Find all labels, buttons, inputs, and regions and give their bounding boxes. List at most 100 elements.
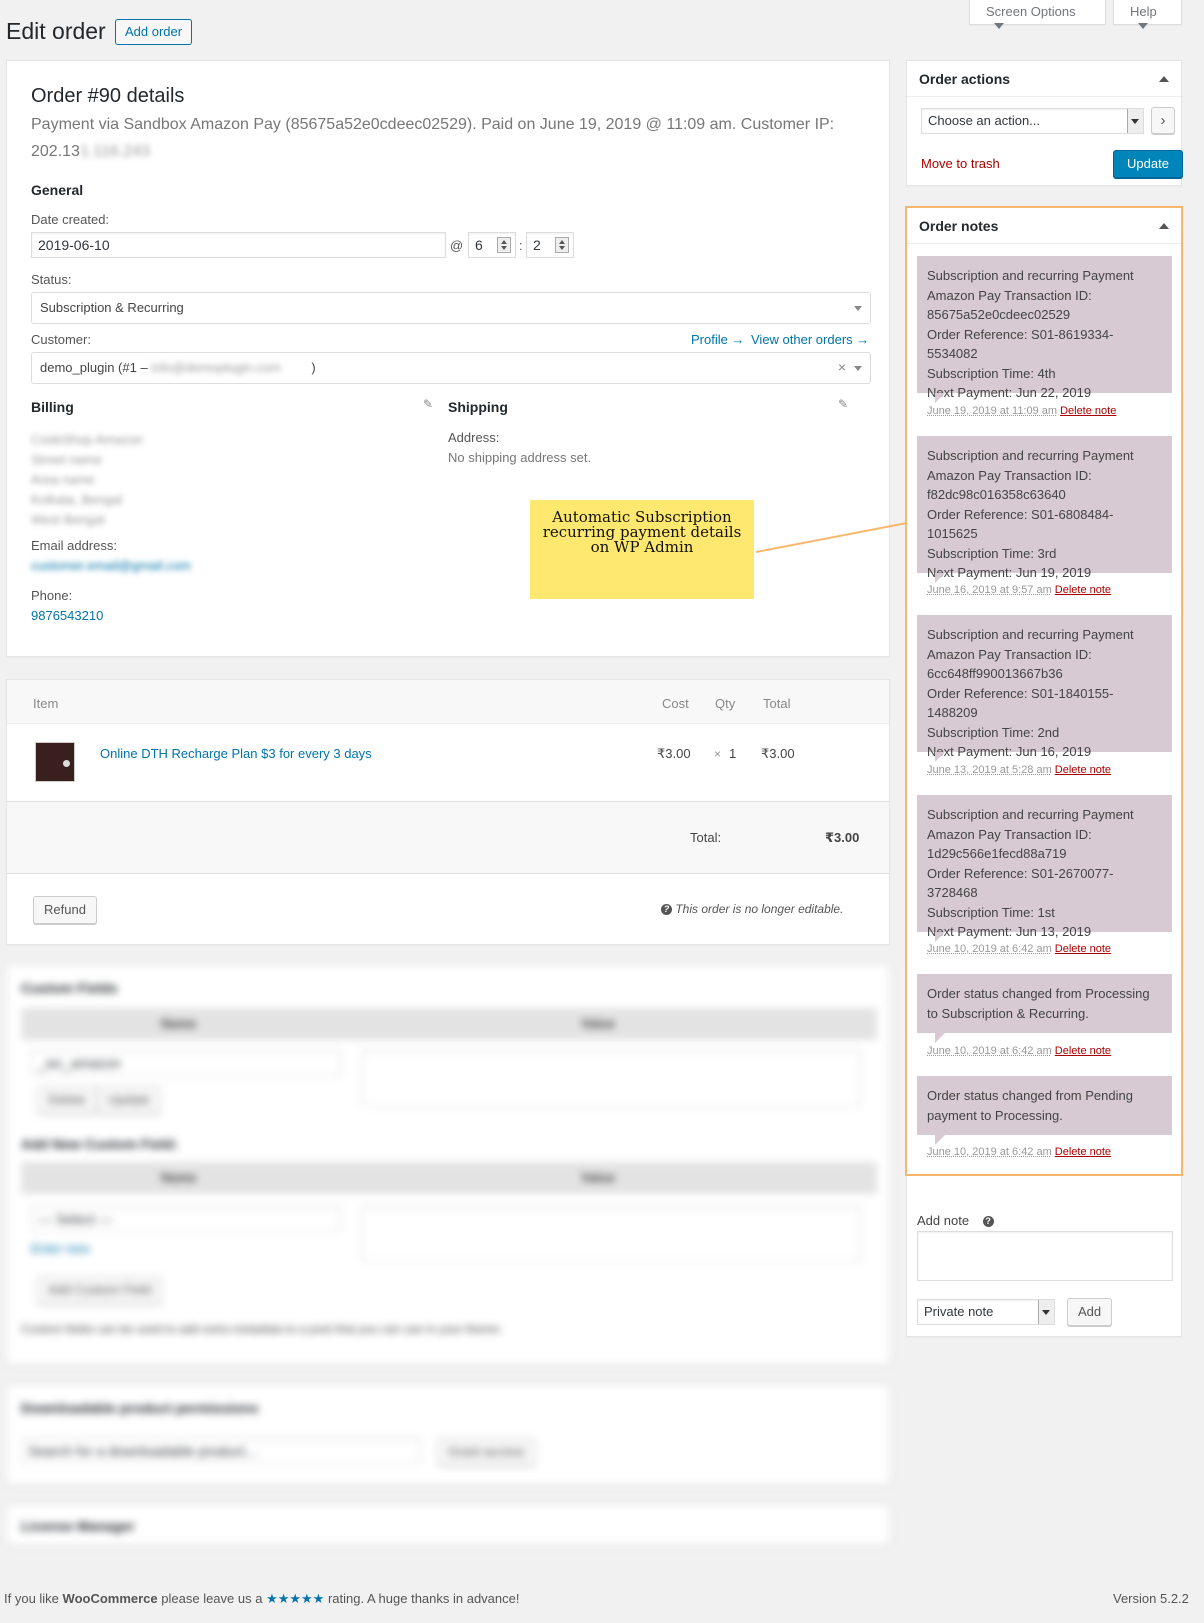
annotation-arrow [755,516,920,553]
billing-line: CodeShop Amazon [31,432,144,447]
customer-email-hidden: info@demoplugin.com [151,360,281,375]
status-value: Subscription & Recurring [40,300,184,315]
custom-fields-heading: Custom Fields [21,980,118,996]
note-type-select[interactable]: Private note [917,1299,1055,1325]
customer-select[interactable]: demo_plugin (#1 – info@demoplugin.com) × [31,352,871,384]
license-manager-heading: License Manager [21,1518,135,1534]
chevron-down-icon[interactable] [1127,109,1143,133]
billing-line: Area name [31,472,95,487]
shipping-heading: Shipping [448,399,508,415]
caret-down-icon [994,23,1004,29]
add-note-textarea[interactable] [917,1231,1173,1281]
not-editable-text: This order is no longer editable. [675,902,844,916]
totals-row: Total: ₹3.00 [7,802,889,874]
email-hidden[interactable]: customer.email@gmail.com [31,558,191,573]
product-link[interactable]: Online DTH Recharge Plan $3 for every 3 … [100,746,372,761]
footer-suffix: rating. A huge thanks in advance! [324,1591,520,1606]
edit-shipping-icon[interactable]: ✎ [838,397,848,411]
footer-text: If you like WooCommerce please leave us … [4,1591,519,1607]
hour-input[interactable]: 6 [468,232,516,258]
payment-text: Payment via Sandbox Amazon Pay (85675a52… [31,116,835,133]
items-header-row: Item Cost Qty Total [7,680,889,724]
delete-meta-button[interactable]: Delete [37,1086,97,1114]
no-shipping-text: No shipping address set. [448,450,592,465]
clear-icon[interactable]: × [838,359,846,375]
ip-prefix: 202.13 [31,143,80,160]
order-actions-box: Order actions Choose an action... › Move… [906,60,1183,186]
rating-stars-link[interactable]: ★★★★★ [266,1591,324,1606]
billing-line: Street name [31,452,102,467]
new-key-select[interactable]: — Select — [31,1206,341,1232]
footer-version: Version 5.2.2 [1113,1591,1189,1606]
grant-access-button[interactable]: Grant access [437,1438,536,1466]
note-type-value: Private note [924,1304,994,1319]
meta-key-input[interactable]: _wc_amazon [31,1050,341,1076]
status-select[interactable]: Subscription & Recurring [31,292,871,324]
order-actions-header[interactable]: Order actions [907,61,1181,97]
at-sign: @ [450,238,464,253]
caret-up-icon[interactable] [1159,76,1169,82]
billing-line: Kolkata, Bengal [31,492,123,507]
order-items-box: Item Cost Qty Total Online DTH Recharge … [6,679,890,945]
move-to-trash-link[interactable]: Move to trash [921,156,1000,171]
name-column-header: Name [161,1016,197,1031]
add-note-label: Add note [917,1213,970,1228]
total-value: ₹3.00 [825,830,860,845]
caret-down-icon [1138,23,1148,29]
refund-button[interactable]: Refund [33,896,97,924]
order-details-box: Order #90 details Payment via Sandbox Am… [6,60,890,657]
date-created-input[interactable]: 2019-06-10 [31,232,446,258]
callout-line: on WP Admin [590,538,694,556]
not-editable-note: ? This order is no longer editable. [661,902,843,916]
address-label: Address: [448,430,500,445]
screen-options-label: Screen Options [986,4,1076,19]
custom-fields-box: Custom Fields Name Value _wc_amazon Dele… [6,965,890,1365]
help-tab[interactable]: Help [1113,0,1182,29]
new-value-input[interactable] [361,1206,861,1262]
cost-column-header: Cost [662,696,689,711]
edit-billing-icon[interactable]: ✎ [423,397,433,411]
footer-mid: please leave us a [157,1591,267,1606]
item-total: ₹3.00 [761,746,795,761]
help-icon: ? [661,904,672,915]
phone-label: Phone: [31,588,73,603]
customer-value: demo_plugin (#1 – [40,360,148,375]
spinner-icon[interactable] [497,237,511,253]
screen-options-tab[interactable]: Screen Options [969,0,1106,29]
apply-action-button[interactable]: › [1151,107,1175,134]
add-custom-field-button[interactable]: Add Custom Field [37,1276,163,1304]
custom-fields-footnote: Custom fields can be used to add extra m… [21,1322,503,1336]
hour-value: 6 [475,237,483,253]
meta-value-input[interactable] [361,1050,861,1106]
order-action-select[interactable]: Choose an action... [921,108,1144,134]
page-title: Edit order [6,18,106,44]
item-column-header: Item [33,696,59,711]
update-meta-button[interactable]: Update [97,1086,161,1114]
value-column-header: Value [581,1016,615,1031]
enter-new-link[interactable]: Enter new [31,1241,90,1256]
general-heading: General [31,182,84,198]
phone-link[interactable]: 9876543210 [31,608,103,623]
product-thumbnail[interactable] [35,742,75,782]
value-column-header: Value [581,1170,615,1185]
add-note-button[interactable]: Add [1067,1298,1113,1326]
downloadable-search-input[interactable]: Search for a downloadable product… [21,1438,421,1464]
email-label: Email address: [31,538,117,553]
total-column-header: Total [763,696,791,711]
status-label: Status: [31,272,72,287]
add-field-header: Name Value [21,1162,877,1194]
profile-link[interactable]: Profile → [691,332,744,347]
minute-input[interactable]: 2 [526,232,574,258]
order-heading: Order #90 details [31,85,185,107]
view-other-orders-link[interactable]: View other orders → [751,332,869,347]
downloadable-heading: Downloadable product permissions [21,1400,259,1416]
chevron-down-icon[interactable] [1038,1300,1054,1324]
help-icon[interactable]: ? [982,1216,994,1227]
spinner-icon[interactable] [555,237,569,253]
add-note-label-row: Add note ? [917,1213,994,1228]
item-cost: ₹3.00 [657,746,691,761]
total-label: Total: [690,830,722,845]
add-order-button[interactable]: Add order [115,19,193,45]
billing-line: West Bengal [31,512,105,527]
update-button[interactable]: Update [1113,150,1183,178]
